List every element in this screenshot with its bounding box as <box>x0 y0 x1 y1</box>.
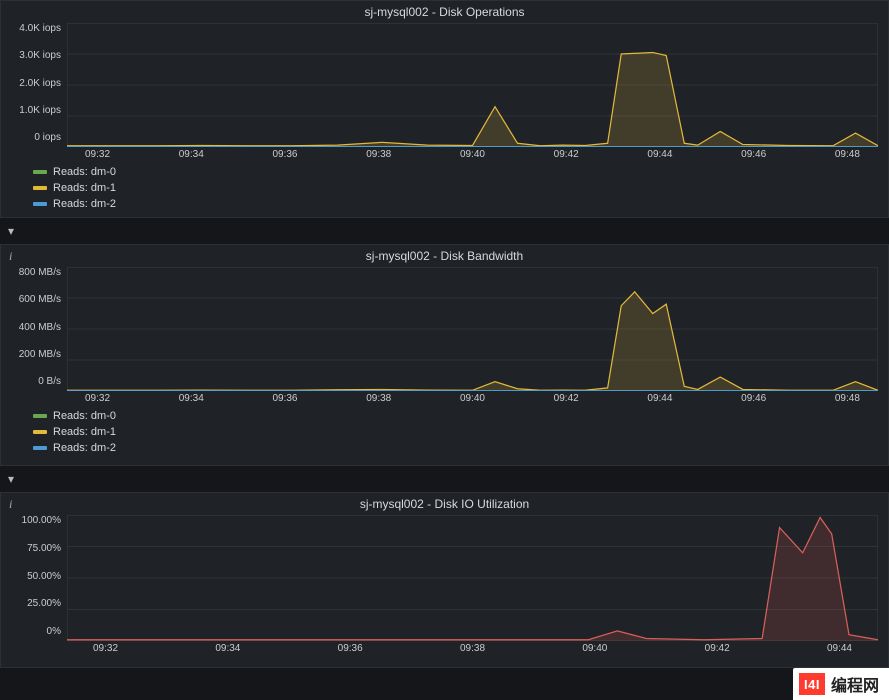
swatch-icon <box>33 170 47 174</box>
legend-item[interactable]: Reads: dm-0 <box>33 410 878 422</box>
y-tick: 0 B/s <box>38 376 61 387</box>
legend-label: Reads: dm-2 <box>53 442 116 454</box>
x-tick: 09:36 <box>272 393 297 404</box>
chevron-down-icon <box>8 472 14 486</box>
y-tick: 3.0K iops <box>19 50 61 61</box>
x-axis: 09:32 09:34 09:36 09:38 09:40 09:42 09:44 09:46… <box>11 393 878 404</box>
panel-disk-bandwidth: i sj-mysql002 - Disk Bandwidth 800 MB/s … <box>0 244 889 466</box>
chevron-down-icon <box>8 224 14 238</box>
x-tick: 09:40 <box>460 393 485 404</box>
branding-text: 编程网 <box>831 672 879 696</box>
legend-item[interactable]: Reads: dm-1 <box>33 182 878 194</box>
panel-title: sj-mysql002 - Disk IO Utilization <box>1 497 888 511</box>
x-axis: 09:32 09:34 09:36 09:38 09:40 09:42 09:44 09:46… <box>11 149 878 160</box>
y-tick: 50.00% <box>27 571 61 582</box>
legend-item[interactable]: Reads: dm-2 <box>33 198 878 210</box>
y-tick: 600 MB/s <box>19 294 61 305</box>
y-tick: 4.0K iops <box>19 23 61 34</box>
plot[interactable] <box>67 515 878 641</box>
panel-disk-io-utilization: i sj-mysql002 - Disk IO Utilization 100.… <box>0 492 889 668</box>
x-tick: 09:34 <box>215 643 240 654</box>
x-tick: 09:40 <box>582 643 607 654</box>
x-tick: 09:44 <box>647 393 672 404</box>
x-tick: 09:34 <box>179 393 204 404</box>
panel-title: sj-mysql002 - Disk Bandwidth <box>1 249 888 263</box>
legend: Reads: dm-0 Reads: dm-1 Reads: dm-2 <box>11 166 878 210</box>
x-tick: 09:32 <box>93 643 118 654</box>
x-tick: 09:36 <box>338 643 363 654</box>
panel-title: sj-mysql002 - Disk Operations <box>1 5 888 19</box>
x-tick: 09:48 <box>835 393 860 404</box>
x-tick: 09:32 <box>85 393 110 404</box>
legend-label: Reads: dm-0 <box>53 410 116 422</box>
x-axis: 09:32 09:34 09:36 09:38 09:40 09:42 09:44 <box>11 643 878 654</box>
x-tick: 09:42 <box>705 643 730 654</box>
x-tick: 09:46 <box>741 149 766 160</box>
swatch-icon <box>33 430 47 434</box>
x-tick: 09:32 <box>85 149 110 160</box>
swatch-icon <box>33 186 47 190</box>
legend-item[interactable]: Reads: dm-1 <box>33 426 878 438</box>
y-axis: 800 MB/s 600 MB/s 400 MB/s 200 MB/s 0 B/… <box>11 267 67 387</box>
y-tick: 25.00% <box>27 598 61 609</box>
chart-area: 100.00% 75.00% 50.00% 25.00% 0% <box>11 515 878 641</box>
x-tick: 09:44 <box>827 643 852 654</box>
x-tick: 09:40 <box>460 149 485 160</box>
y-axis: 4.0K iops 3.0K iops 2.0K iops 1.0K iops … <box>11 23 67 143</box>
legend-label: Reads: dm-0 <box>53 166 116 178</box>
y-tick: 0 iops <box>34 132 61 143</box>
legend-item[interactable]: Reads: dm-0 <box>33 166 878 178</box>
x-tick: 09:38 <box>366 393 391 404</box>
chart-area: 800 MB/s 600 MB/s 400 MB/s 200 MB/s 0 B/… <box>11 267 878 391</box>
branding-logo-icon: I4I <box>799 673 825 695</box>
legend-label: Reads: dm-1 <box>53 182 116 194</box>
y-tick: 400 MB/s <box>19 322 61 333</box>
chart-area: 4.0K iops 3.0K iops 2.0K iops 1.0K iops … <box>11 23 878 147</box>
swatch-icon <box>33 202 47 206</box>
row-toggle[interactable] <box>0 218 889 244</box>
branding-watermark: I4I 编程网 <box>793 668 889 700</box>
panel-disk-operations: sj-mysql002 - Disk Operations 4.0K iops … <box>0 0 889 218</box>
x-tick: 09:42 <box>554 149 579 160</box>
legend-label: Reads: dm-1 <box>53 426 116 438</box>
y-tick: 100.00% <box>22 515 61 526</box>
x-tick: 09:36 <box>272 149 297 160</box>
y-tick: 800 MB/s <box>19 267 61 278</box>
x-tick: 09:44 <box>647 149 672 160</box>
x-tick: 09:46 <box>741 393 766 404</box>
x-tick: 09:42 <box>554 393 579 404</box>
y-axis: 100.00% 75.00% 50.00% 25.00% 0% <box>11 515 67 637</box>
x-tick: 09:34 <box>179 149 204 160</box>
row-toggle[interactable] <box>0 466 889 492</box>
legend-item[interactable]: Reads: dm-2 <box>33 442 878 454</box>
legend: Reads: dm-0 Reads: dm-1 Reads: dm-2 <box>11 410 878 454</box>
x-tick: 09:38 <box>366 149 391 160</box>
x-tick: 09:48 <box>835 149 860 160</box>
y-tick: 1.0K iops <box>19 105 61 116</box>
plot[interactable] <box>67 23 878 147</box>
y-tick: 200 MB/s <box>19 349 61 360</box>
y-tick: 0% <box>47 626 61 637</box>
y-tick: 2.0K iops <box>19 78 61 89</box>
swatch-icon <box>33 414 47 418</box>
plot[interactable] <box>67 267 878 391</box>
x-tick: 09:38 <box>460 643 485 654</box>
swatch-icon <box>33 446 47 450</box>
legend-label: Reads: dm-2 <box>53 198 116 210</box>
y-tick: 75.00% <box>27 543 61 554</box>
